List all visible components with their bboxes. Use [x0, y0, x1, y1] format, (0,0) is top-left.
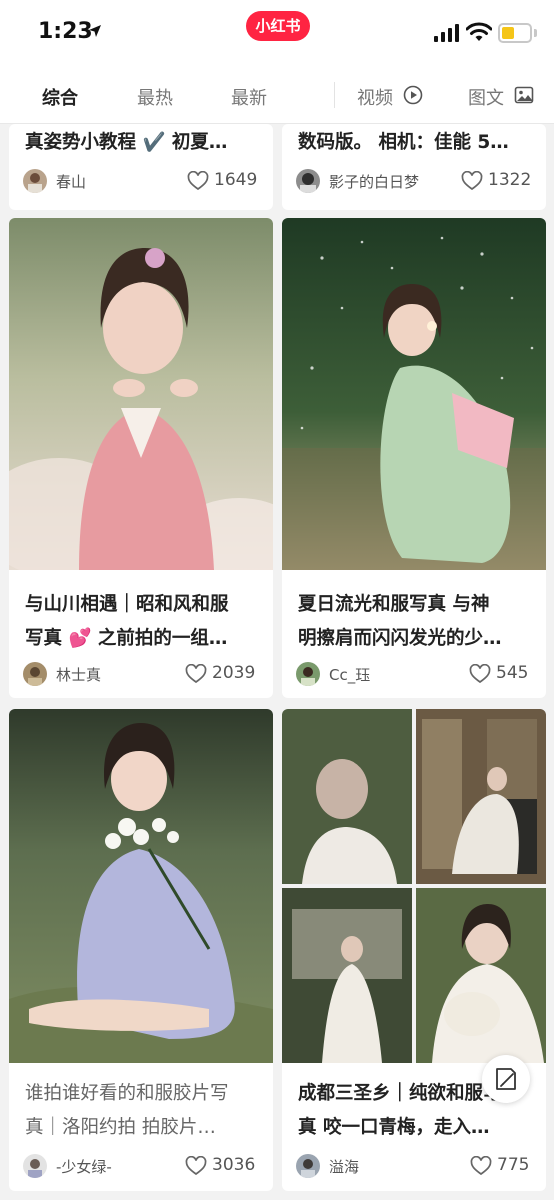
- filter-tab-bar: 综合 最热 最新 视频 图文: [0, 66, 554, 124]
- heart-icon[interactable]: [469, 664, 491, 684]
- tab-image-text[interactable]: 图文: [468, 84, 504, 110]
- like-count: 1322: [488, 170, 532, 190]
- tab-divider: [334, 82, 335, 108]
- heart-icon[interactable]: [185, 664, 207, 684]
- like-count: 545: [496, 663, 529, 683]
- note-cover-image[interactable]: [282, 218, 546, 570]
- note-card[interactable]: 与山川相遇｜昭和风和服 写真 💕 之前拍的一组… 林士真 2039: [9, 218, 273, 698]
- battery-icon: [498, 23, 532, 43]
- tab-comprehensive[interactable]: 综合: [42, 84, 78, 110]
- note-title-line-2: 明擦肩而闪闪发光的少…: [298, 628, 502, 649]
- avatar: [296, 1154, 320, 1178]
- author-name[interactable]: Cc_珏: [329, 664, 370, 685]
- tab-video[interactable]: 视频: [357, 84, 393, 110]
- note-card[interactable]: 真姿势小教程 ✔️ 初夏… 春山 1649: [9, 124, 273, 210]
- heart-icon[interactable]: [185, 1156, 207, 1176]
- note-cover-image[interactable]: [282, 709, 546, 1063]
- play-circle-icon: [403, 85, 423, 105]
- note-card[interactable]: 成都三圣乡｜纯欲和服写 真 咬一口青梅，走入… 溢海 775: [282, 709, 546, 1191]
- avatar: [23, 1154, 47, 1178]
- note-title: 真姿势小教程 ✔️ 初夏…: [25, 132, 228, 153]
- note-title-line-2: 真｜洛阳约拍 拍胶片…: [25, 1117, 216, 1138]
- cellular-signal-icon: [434, 24, 459, 42]
- like-count: 775: [497, 1155, 530, 1175]
- compose-note-button[interactable]: [482, 1055, 530, 1103]
- avatar: [296, 662, 320, 686]
- note-title-line-1: 夏日流光和服写真 与神: [298, 594, 490, 615]
- app-logo-badge: 小红书: [246, 11, 310, 41]
- note-card[interactable]: 谁拍谁好看的和服胶片写 真｜洛阳约拍 拍胶片… -少女绿- 3036: [9, 709, 273, 1191]
- author-name[interactable]: 溢海: [329, 1156, 359, 1177]
- like-count: 2039: [212, 663, 256, 683]
- note-title-line-2: 真 咬一口青梅，走入…: [298, 1117, 490, 1138]
- avatar: [23, 169, 47, 193]
- note-cover-image[interactable]: [9, 709, 273, 1063]
- status-bar: 1:23 小红书: [0, 0, 554, 66]
- heart-icon[interactable]: [187, 171, 209, 191]
- note-cover-image[interactable]: [9, 218, 273, 570]
- note-title: 数码版。 相机：佳能 5…: [298, 132, 509, 153]
- author-name[interactable]: -少女绿-: [56, 1156, 112, 1177]
- author-name[interactable]: 影子的白日梦: [329, 171, 419, 192]
- tab-hottest[interactable]: 最热: [137, 84, 173, 110]
- author-name[interactable]: 林士真: [56, 664, 101, 685]
- image-icon: [514, 86, 534, 104]
- note-title-line-1: 与山川相遇｜昭和风和服: [25, 594, 229, 615]
- location-arrow-icon: [89, 25, 101, 37]
- note-card[interactable]: 数码版。 相机：佳能 5… 影子的白日梦 1322: [282, 124, 546, 210]
- like-count: 1649: [214, 170, 258, 190]
- note-title-line-2: 写真 💕 之前拍的一组…: [25, 628, 228, 649]
- wifi-icon: [466, 22, 492, 41]
- note-card[interactable]: 夏日流光和服写真 与神 明擦肩而闪闪发光的少… Cc_珏 545: [282, 218, 546, 698]
- note-title-line-1: 谁拍谁好看的和服胶片写: [25, 1083, 229, 1104]
- battery-nub: [534, 29, 537, 37]
- tab-newest[interactable]: 最新: [231, 84, 267, 110]
- heart-icon[interactable]: [461, 171, 483, 191]
- edit-icon: [496, 1068, 516, 1090]
- status-time: 1:23: [38, 19, 93, 44]
- like-count: 3036: [212, 1155, 256, 1175]
- heart-icon[interactable]: [470, 1156, 492, 1176]
- avatar: [296, 169, 320, 193]
- avatar: [23, 662, 47, 686]
- author-name[interactable]: 春山: [56, 171, 86, 192]
